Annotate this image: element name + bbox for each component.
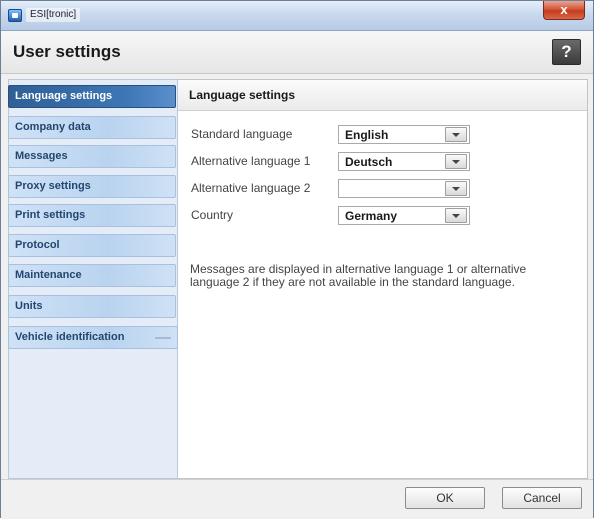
- sidebar-item-messages[interactable]: Messages: [8, 145, 176, 168]
- header: User settings ?: [1, 31, 593, 74]
- sidebar-item-company-data[interactable]: Company data: [8, 116, 176, 139]
- help-icon: ?: [561, 42, 572, 61]
- alternative-language-1-label: Alternative language 1: [191, 154, 311, 168]
- chevron-down-icon[interactable]: [445, 181, 467, 196]
- footer: OK Cancel: [1, 479, 593, 519]
- country-value: Germany: [345, 209, 398, 223]
- window-title: ESI[tronic]: [26, 8, 81, 22]
- standard-language-value: English: [345, 128, 389, 142]
- ok-button[interactable]: OK: [405, 487, 485, 509]
- alternative-language-2-label: Alternative language 2: [191, 181, 311, 195]
- title-bar: ESI[tronic] x: [1, 1, 593, 31]
- info-text: Messages are displayed in alternative la…: [190, 262, 527, 289]
- sidebar-item-units[interactable]: Units: [8, 295, 176, 318]
- standard-language-label: Standard language: [191, 127, 293, 141]
- page-title: User settings: [13, 42, 121, 61]
- alternative-language-2-select[interactable]: [338, 179, 470, 198]
- app-icon: [8, 9, 22, 22]
- chevron-down-icon[interactable]: [445, 127, 467, 142]
- sidebar-item-print-settings[interactable]: Print settings: [8, 204, 176, 227]
- section-title: Language settings: [189, 88, 296, 102]
- alternative-language-1-select[interactable]: Deutsch: [338, 152, 470, 171]
- alternative-language-1-value: Deutsch: [345, 155, 393, 169]
- sidebar-item-maintenance[interactable]: Maintenance: [8, 264, 176, 287]
- sidebar-item-language-settings[interactable]: Language settings: [8, 85, 176, 108]
- content-header: Language settings: [178, 80, 587, 111]
- standard-language-select[interactable]: English: [338, 125, 470, 144]
- close-button[interactable]: x: [543, 1, 585, 20]
- country-select[interactable]: Germany: [338, 206, 470, 225]
- help-button[interactable]: ?: [552, 39, 581, 65]
- content-panel: Language settings Standard language Engl…: [178, 79, 588, 479]
- close-icon: x: [560, 2, 568, 17]
- country-label: Country: [191, 208, 234, 222]
- sidebar-item-protocol[interactable]: Protocol: [8, 234, 176, 257]
- chevron-down-icon[interactable]: [445, 208, 467, 223]
- sidebar-item-proxy-settings[interactable]: Proxy settings: [8, 175, 176, 198]
- cancel-button[interactable]: Cancel: [502, 487, 582, 509]
- settings-window: ESI[tronic] x User settings ? Language s…: [0, 0, 594, 519]
- sidebar-item-vehicle-identification[interactable]: Vehicle identification: [8, 326, 178, 349]
- chevron-down-icon[interactable]: [445, 154, 467, 169]
